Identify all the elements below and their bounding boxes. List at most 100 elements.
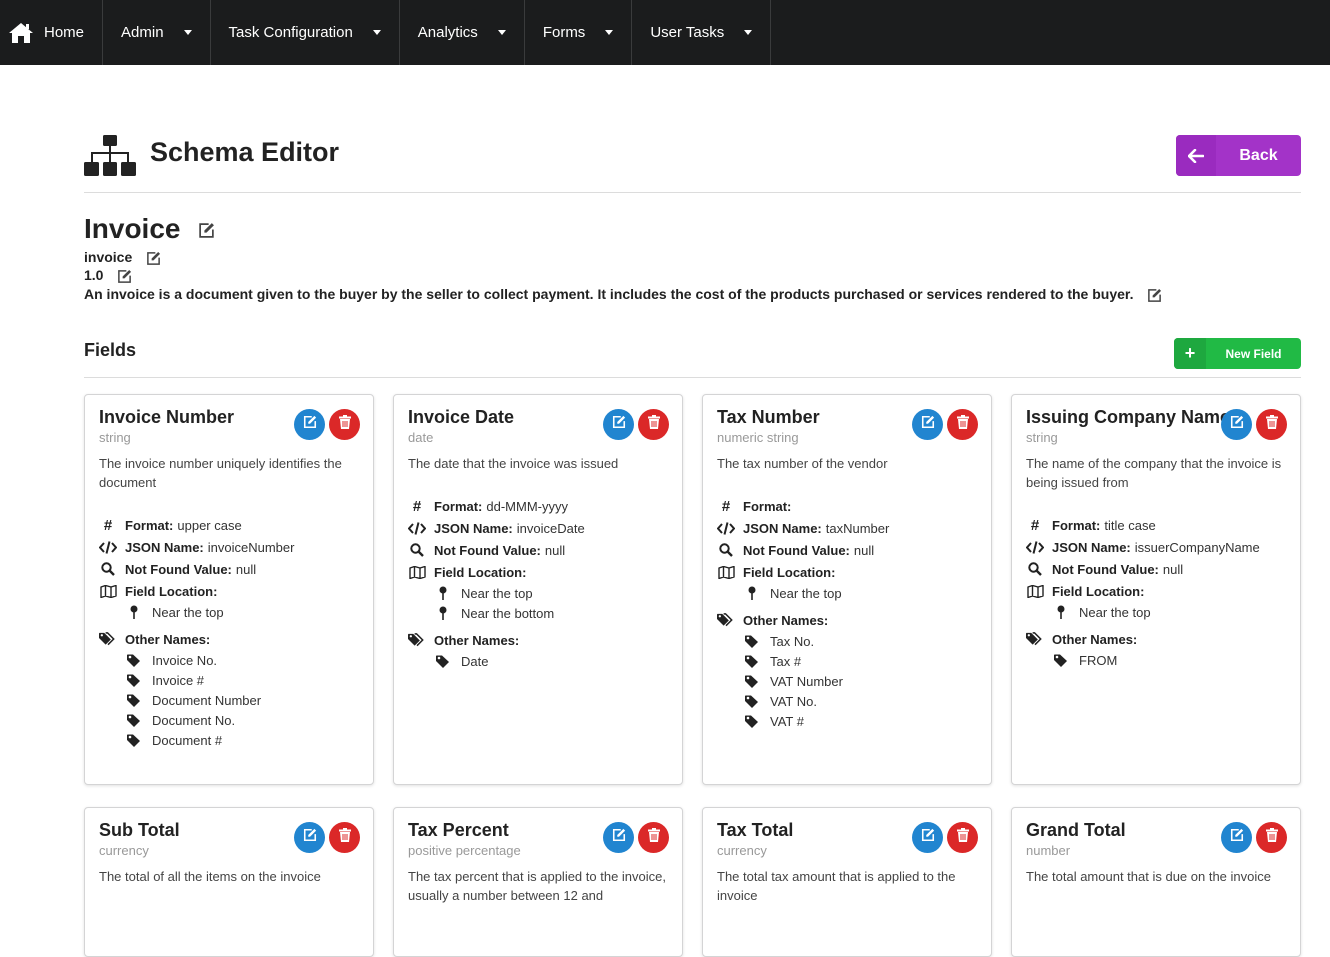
nav-item-home[interactable]: Home bbox=[0, 0, 104, 65]
prop-value: taxNumber bbox=[825, 520, 890, 536]
top-nav: Home Admin Task Configuration Analytics … bbox=[0, 0, 1330, 65]
list-item: VAT # bbox=[745, 711, 977, 731]
prop-value: null bbox=[544, 542, 566, 558]
prop-label: Format: bbox=[434, 498, 483, 514]
prop-value: issuerCompanyName bbox=[1134, 539, 1260, 555]
edit-icon bbox=[612, 828, 626, 847]
edit-field-button[interactable] bbox=[1221, 409, 1252, 440]
edit-field-button[interactable] bbox=[603, 409, 634, 440]
delete-field-button[interactable] bbox=[329, 409, 360, 440]
field-card: Issuing Company Name string The name of th… bbox=[1011, 394, 1301, 785]
field-card: Tax Number numeric string The tax number o… bbox=[702, 394, 992, 785]
map-pin-icon bbox=[436, 606, 450, 620]
field-description: The tax percent that is applied to the i… bbox=[408, 869, 666, 903]
other-name-text: Tax No. bbox=[770, 633, 815, 649]
schema-version: 1.0 bbox=[84, 267, 132, 284]
edit-icon bbox=[1230, 415, 1244, 434]
field-card: Tax Percent positive percentage The tax pe… bbox=[393, 807, 683, 957]
location-text: Near the top bbox=[152, 604, 224, 620]
schema-title: Invoice bbox=[84, 213, 215, 245]
fields-header: Fields + New Field bbox=[84, 337, 1301, 378]
map-pin-icon bbox=[745, 586, 759, 600]
edit-field-button[interactable] bbox=[603, 822, 634, 853]
list-item: Near the top bbox=[1054, 602, 1286, 622]
delete-field-button[interactable] bbox=[1256, 409, 1287, 440]
field-actions bbox=[603, 822, 669, 853]
prop-label: Other Names: bbox=[743, 612, 829, 628]
edit-field-button[interactable] bbox=[294, 822, 325, 853]
edit-field-button[interactable] bbox=[912, 822, 943, 853]
tags-icon bbox=[408, 633, 426, 647]
nav-item-label: Home bbox=[44, 24, 85, 41]
edit-icon[interactable] bbox=[146, 251, 161, 266]
map-icon bbox=[717, 565, 735, 579]
delete-field-button[interactable] bbox=[638, 409, 669, 440]
tag-icon bbox=[127, 674, 141, 687]
edit-icon bbox=[921, 415, 935, 434]
edit-icon bbox=[303, 415, 317, 434]
tag-icon bbox=[127, 714, 141, 727]
nav-item-admin[interactable]: Admin bbox=[103, 0, 211, 65]
prop-format: # Format: bbox=[717, 495, 977, 517]
edit-icon[interactable] bbox=[198, 222, 215, 239]
prop-label: Not Found Value: bbox=[1052, 561, 1159, 577]
search-icon bbox=[717, 543, 735, 557]
nav-item-label: Task Configuration bbox=[228, 24, 353, 41]
edit-field-button[interactable] bbox=[1221, 822, 1252, 853]
delete-field-button[interactable] bbox=[947, 409, 978, 440]
other-name-text: Document # bbox=[152, 732, 223, 748]
nav-item-label: Forms bbox=[542, 24, 586, 41]
prop-value: upper case bbox=[177, 517, 242, 533]
prop-label: Format: bbox=[125, 517, 174, 533]
caret-down-icon bbox=[744, 30, 753, 35]
edit-icon[interactable] bbox=[1147, 288, 1162, 303]
map-pin-icon bbox=[127, 605, 141, 619]
prop-label: Other Names: bbox=[125, 631, 211, 647]
list-item: VAT No. bbox=[745, 691, 977, 711]
caret-down-icon bbox=[605, 30, 614, 35]
trash-icon bbox=[956, 828, 969, 847]
field-properties: # Format: upper case JSON Name: invoiceNumbe… bbox=[99, 514, 359, 750]
hashtag-icon: # bbox=[1030, 516, 1040, 534]
prop-label: Format: bbox=[1052, 517, 1101, 533]
field-actions bbox=[1221, 822, 1287, 853]
delete-field-button[interactable] bbox=[1256, 822, 1287, 853]
plus-icon: + bbox=[1174, 338, 1206, 369]
arrow-left-icon bbox=[1176, 135, 1216, 176]
list-item: Date bbox=[436, 651, 668, 671]
back-button[interactable]: Back bbox=[1176, 135, 1301, 176]
prop-value: null bbox=[235, 561, 257, 577]
search-icon bbox=[408, 543, 426, 557]
location-text: Near the top bbox=[461, 585, 533, 601]
hashtag-icon: # bbox=[721, 497, 731, 515]
field-card: Tax Total currency The total tax amount th… bbox=[702, 807, 992, 957]
prop-label: JSON Name: bbox=[434, 520, 513, 536]
delete-field-button[interactable] bbox=[638, 822, 669, 853]
trash-icon bbox=[1265, 828, 1278, 847]
edit-field-button[interactable] bbox=[912, 409, 943, 440]
prop-label: Not Found Value: bbox=[434, 542, 541, 558]
schema-title-text: Invoice bbox=[84, 213, 181, 244]
sitemap-icon bbox=[84, 135, 136, 176]
page-title: Schema Editor bbox=[150, 137, 340, 167]
nav-item-analytics[interactable]: Analytics bbox=[400, 0, 525, 65]
other-name-text: FROM bbox=[1079, 652, 1118, 668]
location-list: Near the top bbox=[99, 602, 359, 622]
nav-item-forms[interactable]: Forms bbox=[525, 0, 633, 65]
code-icon bbox=[1026, 540, 1044, 554]
list-item: Tax No. bbox=[745, 631, 977, 651]
prop-label: JSON Name: bbox=[743, 520, 822, 536]
delete-field-button[interactable] bbox=[329, 822, 360, 853]
field-description: The tax number of the vendor bbox=[717, 456, 888, 471]
nav-item-task-configuration[interactable]: Task Configuration bbox=[211, 0, 400, 65]
prop-value: title case bbox=[1104, 517, 1156, 533]
nav-item-user-tasks[interactable]: User Tasks bbox=[632, 0, 772, 65]
edit-field-button[interactable] bbox=[294, 409, 325, 440]
prop-value: null bbox=[1162, 561, 1184, 577]
schema-name: invoice bbox=[84, 249, 161, 266]
new-field-button[interactable]: + New Field bbox=[1174, 338, 1301, 369]
delete-field-button[interactable] bbox=[947, 822, 978, 853]
edit-icon[interactable] bbox=[117, 269, 132, 284]
code-icon bbox=[717, 521, 735, 535]
trash-icon bbox=[338, 415, 351, 434]
